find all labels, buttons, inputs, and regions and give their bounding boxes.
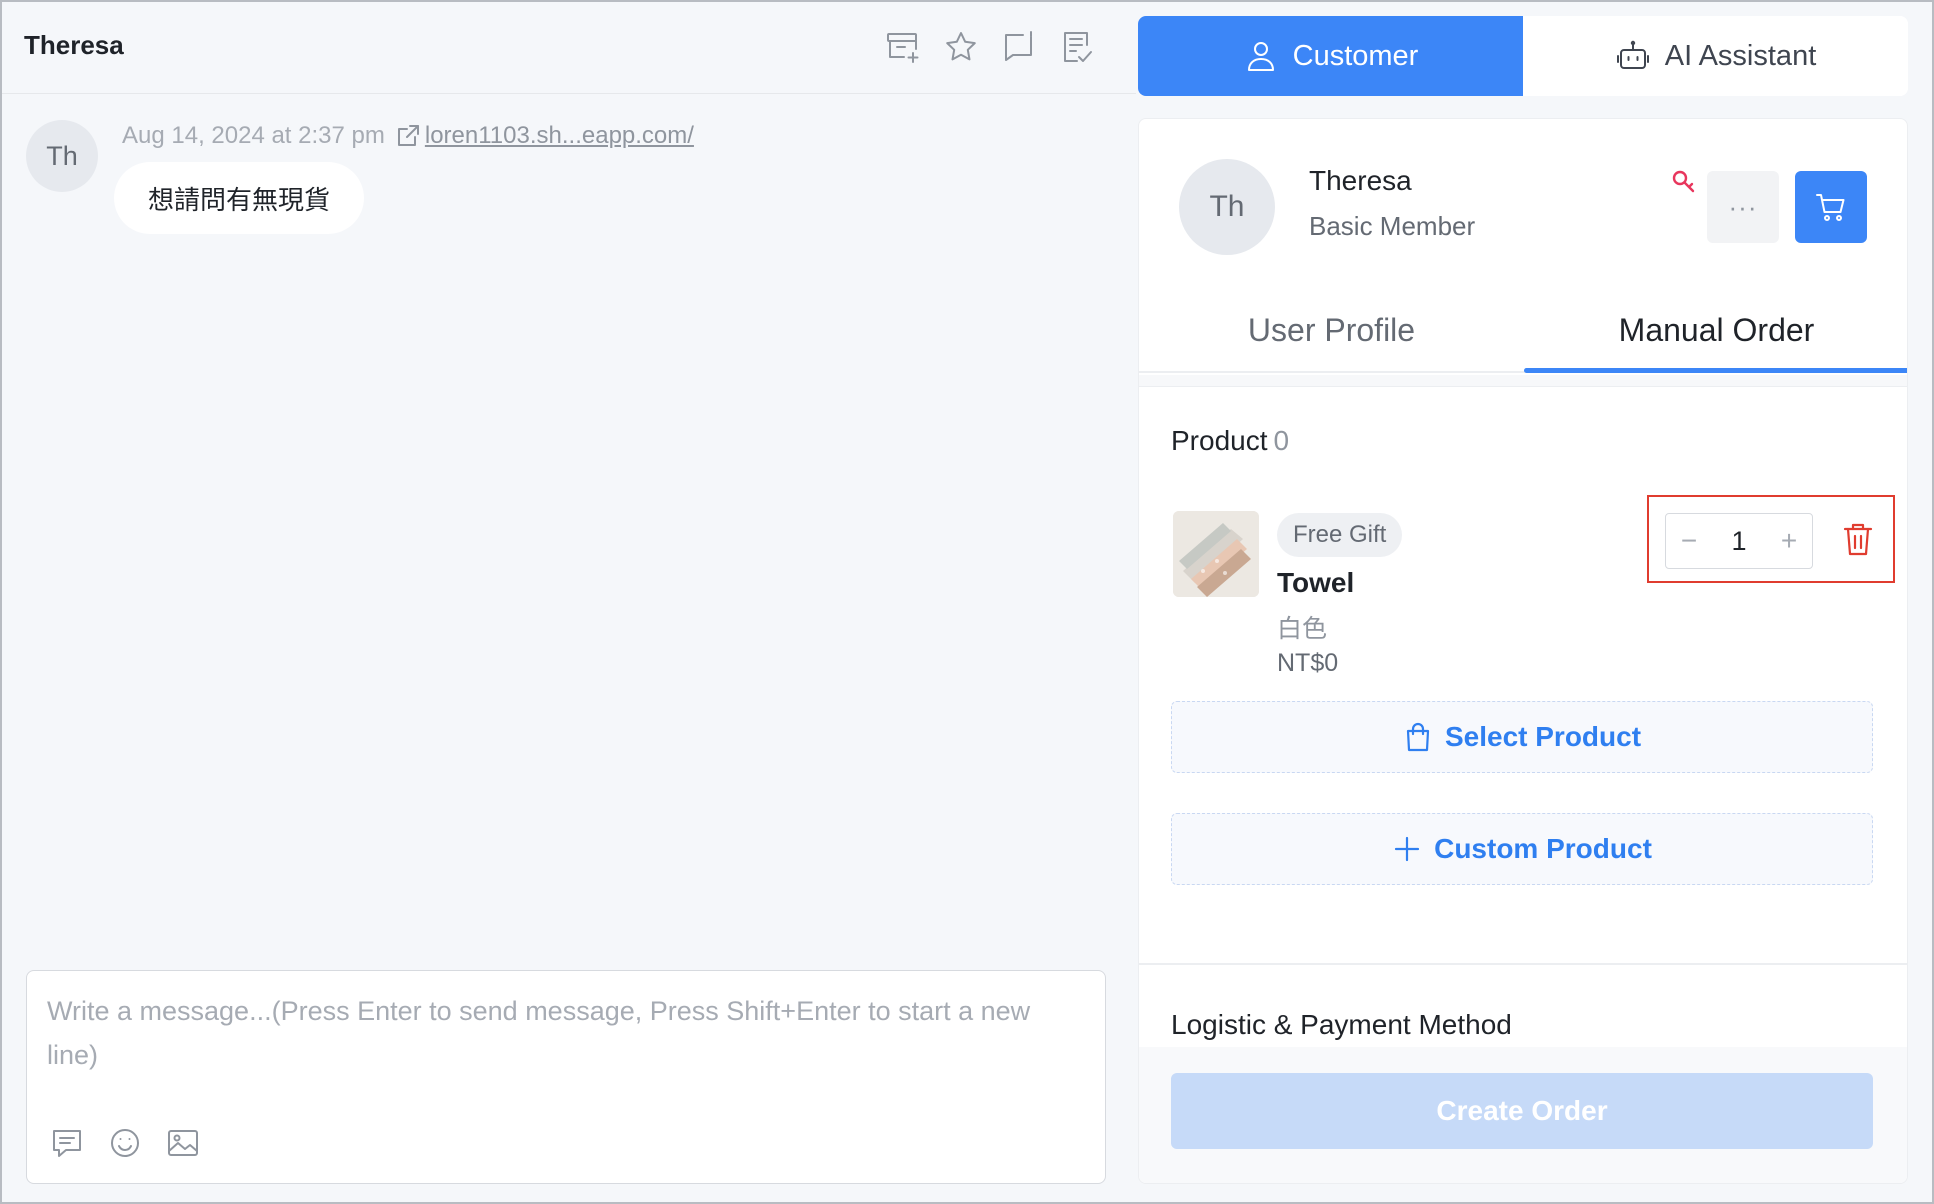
source-link-text[interactable]: loren1103.sh...eapp.com/	[425, 122, 694, 150]
app-window: Theresa Th Aug 14, 2024 at 2:37 pm loren…	[0, 0, 1934, 1204]
select-product-label: Select Product	[1444, 721, 1642, 752]
cart-icon	[1816, 194, 1845, 221]
product-price: NT$0	[1277, 649, 1339, 677]
section-divider	[1139, 963, 1907, 965]
more-options-button[interactable]: ···	[1707, 171, 1779, 243]
increment-button[interactable]: +	[1766, 514, 1812, 568]
archive-add-icon[interactable]	[884, 28, 922, 66]
trash-icon[interactable]	[1841, 521, 1875, 557]
quantity-value[interactable]: 1	[1712, 526, 1766, 557]
profile-tabs: User Profile Manual Order	[1139, 289, 1907, 373]
create-order-button[interactable]: Create Order	[1171, 1073, 1873, 1149]
image-icon[interactable]	[165, 1125, 201, 1161]
ai-assistant-tab-button[interactable]: AI Assistant	[1523, 16, 1908, 96]
cart-button[interactable]	[1795, 171, 1867, 243]
product-name: Towel	[1277, 567, 1355, 598]
panel-switcher: Customer AI Assistant	[1138, 16, 1908, 96]
product-section-title: Product 0	[1171, 425, 1289, 457]
quick-reply-icon[interactable]	[49, 1125, 85, 1161]
message-timestamp: Aug 14, 2024 at 2:37 pm	[122, 122, 385, 149]
robot-icon	[1616, 40, 1649, 69]
external-link-icon	[397, 125, 419, 146]
message-meta: Aug 14, 2024 at 2:37 pm loren1103.sh...e…	[122, 122, 694, 150]
profile-avatar: Th	[1179, 159, 1275, 255]
customer-panel: Customer AI Assistant Th Theresa Basic M…	[1136, 2, 1932, 1202]
chat-header: Theresa	[2, 2, 1136, 94]
tab-user-profile[interactable]: User Profile	[1139, 289, 1524, 371]
select-product-button[interactable]: Select Product	[1171, 701, 1873, 773]
emoji-icon[interactable]	[107, 1125, 143, 1161]
decrement-button[interactable]: −	[1666, 514, 1712, 568]
message-composer	[26, 970, 1106, 1184]
custom-product-label: Custom Product	[1434, 833, 1652, 864]
membership-level: Basic Member	[1309, 211, 1476, 241]
customer-avatar: Th	[26, 120, 98, 192]
note-check-icon[interactable]	[1058, 28, 1096, 66]
star-icon[interactable]	[942, 28, 980, 66]
key-icon[interactable]	[1671, 169, 1697, 195]
chat-header-actions	[884, 28, 1096, 66]
message-bubble: 想請問有無現貨	[114, 162, 365, 234]
profile-name: Theresa	[1309, 165, 1412, 196]
order-footer: Create Order	[1139, 1047, 1907, 1183]
product-count: 0	[1273, 425, 1290, 456]
user-icon	[1247, 42, 1274, 71]
product-variant: 白色	[1277, 614, 1328, 643]
customer-tab-button[interactable]: Customer	[1138, 16, 1523, 96]
free-gift-badge: Free Gift	[1277, 513, 1403, 557]
section-separator	[1139, 375, 1907, 387]
chat-title: Theresa	[24, 30, 124, 60]
customer-card: Th Theresa Basic Member ··· User Profile…	[1138, 118, 1908, 1184]
custom-product-button[interactable]: Custom Product	[1171, 813, 1873, 885]
tab-manual-order[interactable]: Manual Order	[1524, 289, 1907, 373]
shopping-bag-icon	[1406, 722, 1430, 752]
plus-icon	[1395, 836, 1420, 862]
source-link[interactable]: loren1103.sh...eapp.com/	[395, 122, 694, 150]
customer-tab-label: Customer	[1292, 39, 1419, 72]
chat-bubble-icon[interactable]	[1000, 28, 1038, 66]
product-thumbnail	[1173, 511, 1259, 597]
composer-tools	[49, 1125, 201, 1161]
quantity-stepper: − 1 +	[1665, 513, 1813, 569]
product-section-label: Product	[1171, 425, 1268, 456]
logistics-section-title: Logistic & Payment Method	[1171, 1009, 1512, 1040]
ai-assistant-tab-label: AI Assistant	[1664, 39, 1817, 72]
chat-pane: Theresa Th Aug 14, 2024 at 2:37 pm loren…	[2, 2, 1136, 1202]
message-input[interactable]	[47, 989, 1087, 1099]
